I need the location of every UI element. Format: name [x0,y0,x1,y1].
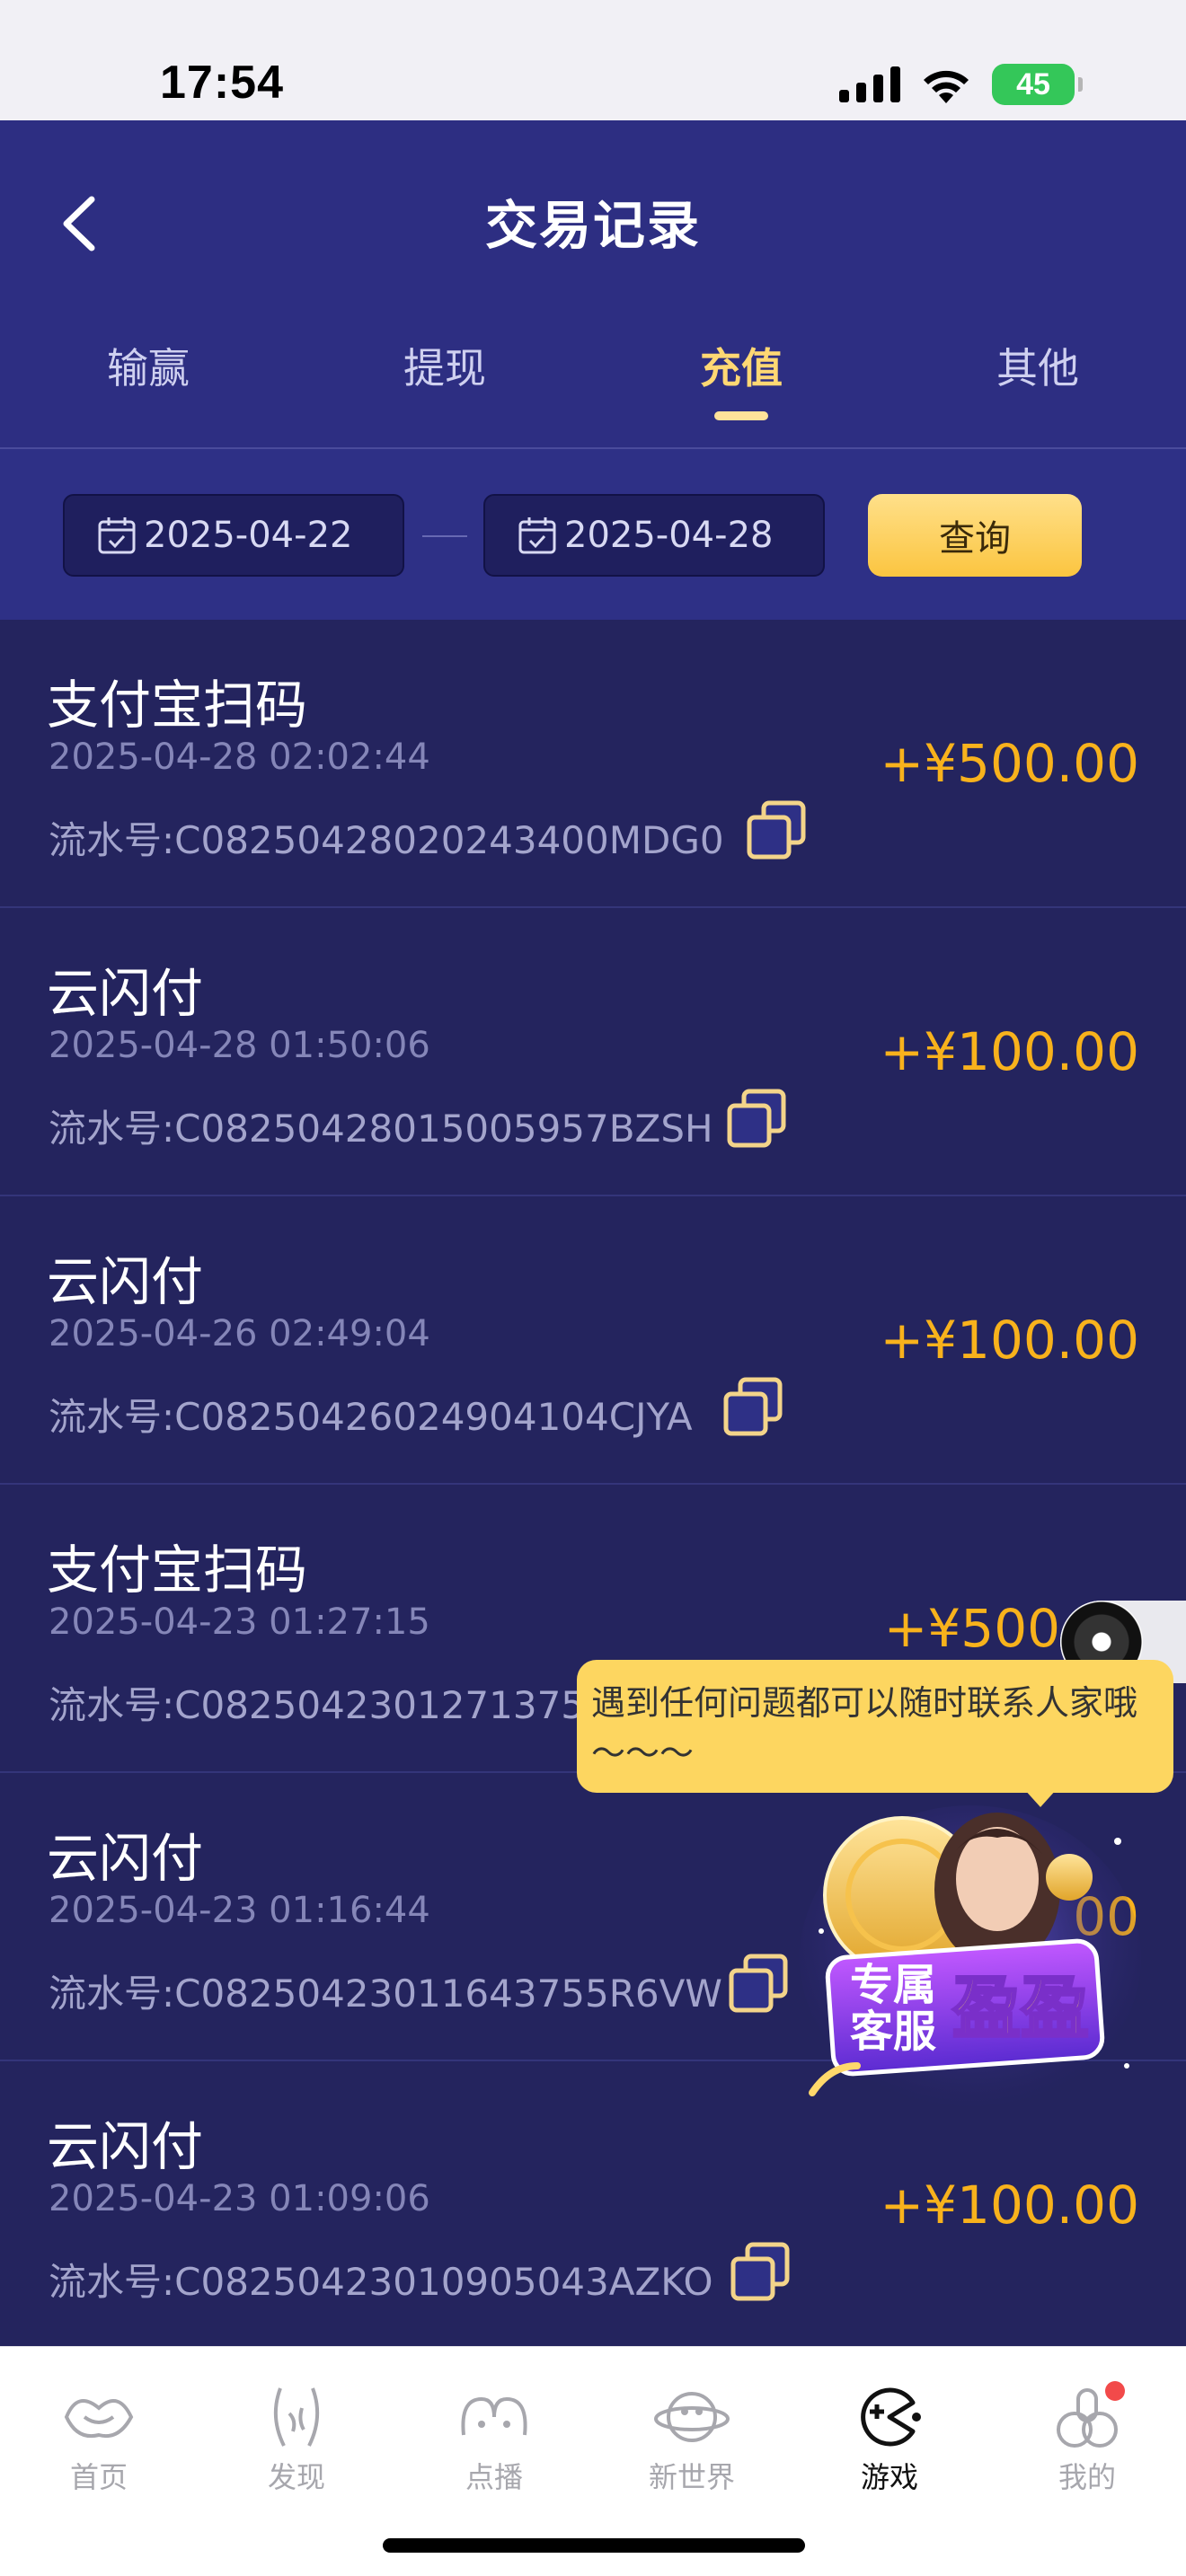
badge-text-line2: 客服 [850,2007,936,2057]
record-time: 2025-04-28 01:50:06 [49,1025,430,1066]
notification-dot [1105,2381,1125,2401]
home-indicator [383,2538,805,2553]
record-amount: +¥100.00 [880,1310,1139,1371]
payment-method: 云闪付 [47,2116,204,2177]
end-date-value: 2025-04-28 [564,515,774,556]
calendar-icon [98,517,136,554]
date-range-separator [422,535,467,537]
record-amount: +¥500.00 [880,733,1139,794]
status-bar: 17:54 45 [0,0,1186,120]
serial-number: 流水号:C08250423010905043AZKO [49,2260,713,2304]
record-time: 2025-04-23 01:09:06 [49,2178,430,2219]
payment-method: 云闪付 [47,1251,204,1312]
nav-label: 发现 [267,2460,325,2494]
vod-icon [461,2396,527,2436]
game-icon [861,2387,921,2447]
customer-service-badge[interactable]: 专属 客服 盈盈 [794,1796,1146,2120]
record-amount: +¥100.00 [880,1021,1139,1082]
payment-method: 云闪付 [47,1828,204,1889]
copy-icon[interactable] [721,1376,785,1441]
new-world-icon [654,2392,730,2442]
payment-method: 支付宝扫码 [47,1539,308,1601]
tab-active-indicator [714,411,768,420]
nav-new-world[interactable]: 新世界 [593,2381,791,2496]
badge-name: 盈盈 [952,1968,1089,2048]
status-time: 17:54 [160,57,284,109]
start-date-field[interactable]: 2025-04-22 [63,494,404,577]
header: 交易记录 输赢 提现 充值 其他 [0,120,1186,449]
record-item: 云闪付 2025-04-26 02:49:04 流水号:C08250426024… [0,1196,1186,1485]
calendar-icon [518,517,556,554]
tab-label: 提现 [403,344,486,393]
nav-game[interactable]: 游戏 [791,2381,988,2496]
nav-label: 点播 [465,2460,523,2494]
tab-label: 其他 [996,344,1079,393]
serial-number: 流水号:C08250428015005957BZSH [49,1107,713,1151]
copy-icon[interactable] [728,2241,792,2306]
tab-label: 输赢 [107,344,190,393]
tab-withdraw[interactable]: 提现 [296,336,593,395]
nav-label: 我的 [1058,2460,1116,2494]
serial-number: 流水号:C08250423011643755R6VW [49,1972,722,2016]
signal-icon [839,66,900,102]
tab-recharge[interactable]: 充值 [593,336,890,420]
service-tooltip: 遇到任何问题都可以随时联系人家哦～～～ [577,1660,1173,1793]
record-amount: +¥100.00 [880,2175,1139,2236]
badge-text-line1: 专属 [850,1960,936,2010]
tab-win-lose[interactable]: 输赢 [0,336,296,395]
discover-icon [273,2387,320,2447]
query-button[interactable]: 查询 [868,494,1082,577]
record-amount: +¥500 [883,1598,1060,1659]
home-icon [64,2399,134,2438]
end-date-field[interactable]: 2025-04-28 [483,494,825,577]
wifi-icon [924,70,969,103]
serial-number: 流水号:C08250428020243400MDG0 [49,818,724,862]
record-time: 2025-04-23 01:16:44 [49,1890,430,1931]
nav-label: 游戏 [860,2460,918,2494]
status-icons: 45 [839,63,1083,106]
payment-method: 支付宝扫码 [47,675,308,736]
record-time: 2025-04-23 01:27:15 [49,1601,430,1643]
nav-discover[interactable]: 发现 [198,2381,395,2496]
payment-method: 云闪付 [47,963,204,1024]
start-date-value: 2025-04-22 [144,515,353,556]
record-time: 2025-04-26 02:49:04 [49,1313,430,1354]
battery-level: 45 [1016,66,1050,101]
page-title: 交易记录 [484,195,701,256]
date-filter-bar: 2025-04-22 2025-04-28 查询 [0,449,1186,620]
record-time: 2025-04-28 02:02:44 [49,737,430,778]
nav-profile[interactable]: 我的 [988,2381,1186,2496]
serial-number: 流水号:C08250426024904104CJYA [49,1395,693,1439]
copy-icon[interactable] [744,799,809,864]
copy-icon[interactable] [726,1953,791,2017]
tab-label: 充值 [700,344,783,393]
copy-icon[interactable] [724,1088,789,1152]
nav-vod[interactable]: 点播 [395,2381,593,2496]
nav-label: 首页 [69,2460,128,2494]
nav-home[interactable]: 首页 [0,2381,198,2496]
nav-label: 新世界 [648,2460,735,2494]
tab-other[interactable]: 其他 [890,336,1186,395]
battery-icon: 45 [992,64,1083,105]
record-item: 云闪付 2025-04-28 01:50:06 流水号:C08250428015… [0,908,1186,1196]
serial-number: 流水号:C08250423012713754 [49,1683,609,1727]
record-item: 支付宝扫码 2025-04-28 02:02:44 流水号:C082504280… [0,620,1186,908]
tab-bar: 输赢 提现 充值 其他 [0,336,1186,449]
